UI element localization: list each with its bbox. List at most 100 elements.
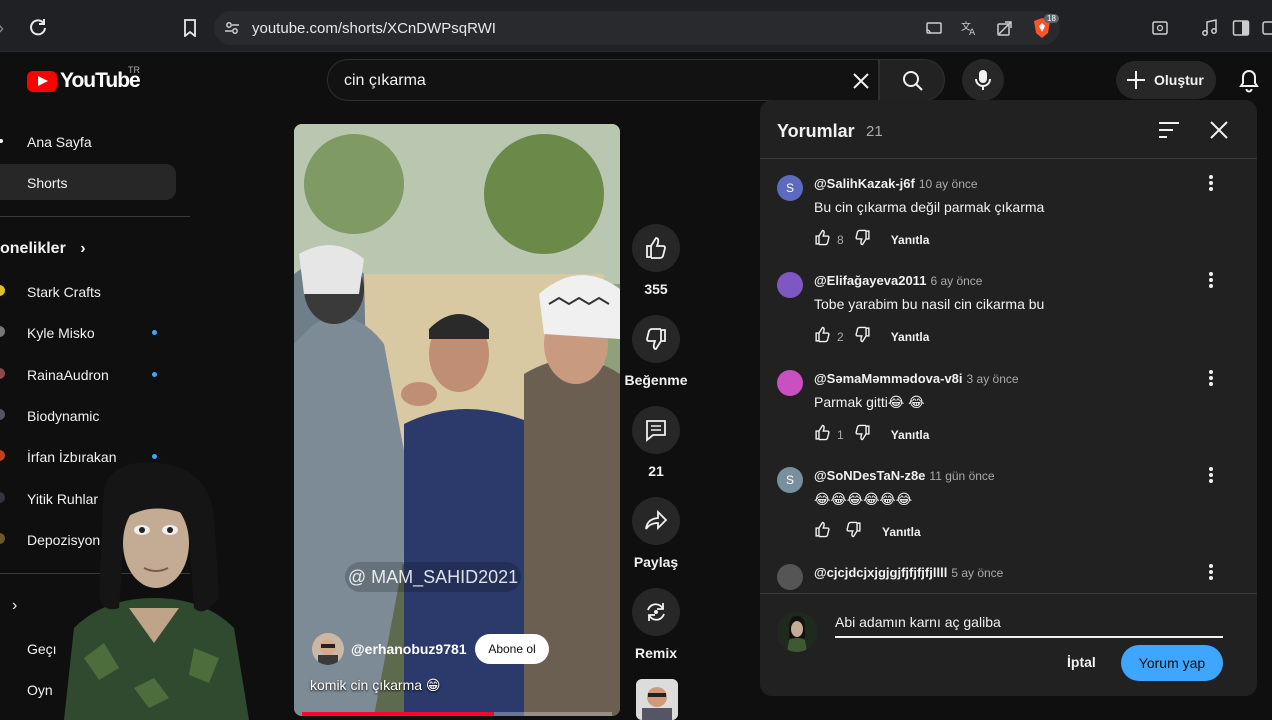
sound-thumbnail[interactable]	[636, 679, 678, 720]
thumbs-up-icon[interactable]	[814, 229, 831, 251]
sidebar-item-shorts[interactable]: Shorts	[0, 164, 176, 200]
create-button[interactable]: Oluştur	[1116, 61, 1216, 99]
dislike-button[interactable]	[632, 315, 680, 363]
thumbs-down-icon[interactable]	[854, 424, 871, 446]
comment-time[interactable]: 6 ay önce	[930, 274, 982, 288]
thumbs-down-icon[interactable]	[854, 326, 871, 348]
thumbs-down-icon[interactable]	[854, 229, 871, 251]
dislike-action[interactable]: Beğenme	[624, 315, 688, 388]
more-options-icon[interactable]	[1201, 270, 1221, 290]
more-options-icon[interactable]	[1201, 562, 1221, 582]
comment-item: S @SalihKazak-j6f 10 ay önce Bu cin çıkarma…	[777, 175, 1237, 272]
post-comment-button[interactable]: Yorum yap	[1121, 645, 1223, 681]
shorts-video-player[interactable]: @ MAM_SAHID2021 @erhanobuz9781 Abone ol …	[294, 124, 620, 716]
comment-author-name[interactable]: @SəmaMəmmədova-v8i	[814, 371, 963, 386]
channel-name: Kyle Misko	[27, 325, 95, 342]
more-options-icon[interactable]	[1201, 368, 1221, 388]
sidebar-channel-item[interactable]: Biodynamic	[0, 397, 176, 433]
reply-button[interactable]: Yanıtla	[891, 233, 930, 247]
comment-avatar[interactable]	[777, 272, 803, 299]
comment-avatar[interactable]: S	[777, 466, 803, 493]
more-options-icon[interactable]	[1201, 465, 1221, 485]
comment-author[interactable]: @SalihKazak-j6f 10 ay önce	[814, 176, 978, 191]
remix-icon	[647, 603, 665, 621]
comment-author[interactable]: @Elifağayeva2011 6 ay önce	[814, 273, 982, 288]
comment-author-name[interactable]: @cjcjdcjxjgjgjfjfjfjfjllll	[814, 565, 947, 580]
cancel-button[interactable]: İptal	[1067, 654, 1096, 670]
video-progress-bar[interactable]	[302, 712, 612, 716]
comment-time[interactable]: 5 ay önce	[951, 566, 1003, 580]
thumbs-up-icon[interactable]	[814, 326, 831, 348]
comment-time[interactable]: 3 ay önce	[967, 372, 1019, 386]
like-action[interactable]: 355	[631, 224, 681, 297]
channel-name[interactable]: @erhanobuz9781	[351, 641, 467, 657]
channel-avatar	[0, 450, 5, 462]
comment-author-name[interactable]: @SalihKazak-j6f	[814, 176, 915, 191]
translate-icon[interactable]: 文A	[960, 19, 978, 37]
sidebar-channel-item[interactable]: Kyle Misko	[0, 314, 176, 350]
search-box[interactable]: cin çıkarma	[327, 59, 879, 101]
youtube-logo[interactable]: YouTube TR	[27, 65, 141, 93]
thumbs-down-icon	[646, 328, 666, 350]
comment-input[interactable]: Abi adamın karnı aç galiba	[835, 614, 1223, 638]
search-input[interactable]: cin çıkarma	[344, 72, 426, 90]
comment-time[interactable]: 11 gün önce	[929, 469, 994, 483]
comment-actions: 1 Yanıtla	[814, 424, 930, 446]
reply-button[interactable]: Yanıtla	[882, 525, 921, 539]
comments-button[interactable]	[632, 406, 680, 454]
comment-author[interactable]: @SəmaMəmmədova-v8i 3 ay önce	[814, 371, 1019, 386]
comment-avatar[interactable]	[777, 369, 803, 396]
thumbs-up-icon[interactable]	[814, 521, 831, 543]
comment-avatar[interactable]: S	[777, 175, 803, 201]
close-icon[interactable]	[1209, 120, 1229, 140]
sidebar-toggle-icon[interactable]	[1232, 19, 1250, 37]
share-action[interactable]: Paylaş	[631, 497, 681, 570]
chevron-right-icon[interactable]: ›	[12, 597, 17, 615]
comment-like-count: 2	[837, 330, 844, 345]
remix-button[interactable]	[632, 588, 680, 636]
comment-time[interactable]: 10 ay önce	[919, 177, 978, 191]
channel-avatar	[0, 491, 5, 503]
thumbs-down-icon[interactable]	[845, 521, 862, 543]
bookmark-icon[interactable]	[183, 19, 197, 37]
reply-button[interactable]: Yanıtla	[891, 428, 930, 442]
cast-icon[interactable]	[925, 19, 943, 37]
notifications-icon[interactable]	[1237, 67, 1261, 93]
remix-action[interactable]: Remix	[631, 588, 681, 661]
sidebar-channel-item[interactable]: Stark Crafts	[0, 273, 176, 309]
thumbs-up-icon[interactable]	[814, 424, 831, 446]
reload-icon[interactable]	[28, 17, 48, 37]
tab-search-icon[interactable]	[1151, 19, 1169, 37]
home-icon	[0, 139, 3, 143]
comment-item: @SəmaMəmmədova-v8i 3 ay önce Parmak gitti😂…	[777, 368, 1237, 467]
sidebar-channel-item[interactable]: RainaAudron	[0, 356, 176, 392]
forward-icon[interactable]: ›	[0, 18, 4, 39]
share-page-icon[interactable]	[996, 19, 1014, 37]
share-button[interactable]	[632, 497, 680, 545]
comments-action[interactable]: 21	[631, 406, 681, 479]
sidebar-item-home[interactable]: Ana Sayfa	[0, 123, 176, 159]
comment-author-name[interactable]: @SoNDesTaN-z8e	[814, 468, 925, 483]
sort-icon[interactable]	[1158, 120, 1180, 140]
voice-search-button[interactable]	[962, 59, 1004, 101]
media-icon[interactable]	[1201, 19, 1219, 37]
more-options-icon[interactable]	[1201, 173, 1221, 193]
wallet-icon[interactable]	[1262, 19, 1272, 37]
like-button[interactable]	[632, 224, 680, 272]
search-button[interactable]	[879, 59, 945, 101]
comment-author[interactable]: @SoNDesTaN-z8e 11 gün önce	[814, 468, 995, 483]
channel-avatar[interactable]	[312, 633, 344, 665]
sidebar-item-label: Ana Sayfa	[27, 134, 92, 150]
reply-button[interactable]: Yanıtla	[891, 330, 930, 344]
thumbnail-image	[636, 679, 678, 720]
comment-actions: 8 Yanıtla	[814, 229, 930, 251]
subscriptions-header[interactable]: onelikler ›	[0, 240, 86, 258]
address-bar[interactable]: youtube.com/shorts/XCnDWPsqRWI 文A	[214, 11, 1060, 45]
comment-author-name[interactable]: @Elifağayeva2011	[814, 273, 926, 288]
subscribe-button[interactable]: Abone ol	[475, 634, 549, 664]
comment-author[interactable]: @cjcjdcjxjgjgjfjfjfjfjllll 5 ay önce	[814, 565, 1003, 580]
comment-avatar[interactable]	[777, 564, 803, 591]
clear-search-icon[interactable]	[852, 72, 870, 90]
video-watermark: @ MAM_SAHID2021	[345, 562, 521, 592]
site-settings-icon[interactable]	[224, 20, 240, 36]
